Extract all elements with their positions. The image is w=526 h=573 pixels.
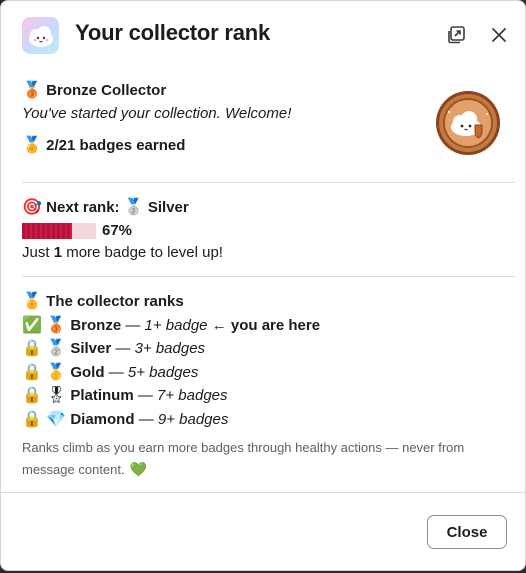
popout-icon bbox=[448, 26, 465, 44]
modal-header: Your collector rank bbox=[1, 1, 525, 69]
lock-icon: 🔒 bbox=[22, 361, 42, 381]
current-rank-name: Bronze Collector bbox=[46, 82, 167, 99]
collector-rank-modal: Your collector rank 🥉 Bronze Collector Y… bbox=[0, 0, 526, 571]
rank-row-diamond: 🔒 💎 Diamond — 9+ badges bbox=[22, 408, 504, 432]
lock-icon: 🔒 bbox=[22, 338, 42, 357]
rank-requirement: 7+ badges bbox=[157, 387, 228, 404]
progress-bar-fill bbox=[22, 222, 72, 239]
rank-name: Bronze bbox=[70, 316, 122, 334]
divider bbox=[22, 276, 515, 277]
level-up-suffix: more badge to level up! bbox=[62, 244, 223, 261]
close-icon bbox=[492, 28, 506, 42]
ranks-heading: 🏅 The collector ranks bbox=[22, 290, 504, 314]
badges-earned-line: 🏅 2/21 badges earned bbox=[22, 134, 504, 158]
rank-name: Diamond bbox=[70, 410, 135, 428]
rank-dash: — bbox=[125, 316, 141, 334]
level-up-text: Just 1 more badge to level up! bbox=[22, 242, 504, 265]
bronze-medal-icon: 🥉 bbox=[22, 80, 42, 99]
rank-name: Platinum bbox=[70, 387, 134, 404]
rank-list: ✅ 🥉 Bronze — 1+ badge ← you are here 🔒 🥈 … bbox=[22, 314, 504, 432]
target-icon: 🎯 bbox=[22, 197, 42, 216]
footer-divider bbox=[1, 492, 525, 493]
close-modal-button[interactable]: Close bbox=[427, 515, 507, 549]
badges-earned-text: 2/21 badges earned bbox=[46, 137, 186, 154]
rank-name: Gold bbox=[70, 363, 105, 381]
ranks-note: Ranks climb as you earn more badges thro… bbox=[22, 437, 492, 481]
level-up-count: 1 bbox=[53, 244, 63, 261]
modal-title: Your collector rank bbox=[75, 20, 271, 45]
current-rank-message: You've started your collection. Welcome! bbox=[22, 104, 292, 122]
rank-medal-icon: 🥇 bbox=[46, 361, 67, 381]
rank-medal-icon: 🥉 bbox=[46, 314, 67, 334]
next-rank-name: Silver bbox=[147, 199, 189, 216]
medal-icon: 🏅 bbox=[22, 135, 42, 154]
check-icon: ✅ bbox=[22, 314, 42, 334]
next-rank-title: 🎯 Next rank: 🥈 Silver bbox=[22, 196, 504, 220]
lock-icon: 🔒 bbox=[22, 385, 42, 404]
rank-dash: — bbox=[108, 363, 124, 381]
lock-icon: 🔒 bbox=[22, 408, 42, 428]
rank-requirement: 5+ badges bbox=[127, 363, 199, 381]
cloud-mascot-icon bbox=[22, 17, 59, 54]
ranks-section: 🏅 The collector ranks ✅ 🥉 Bronze — 1+ ba… bbox=[22, 290, 504, 481]
bronze-cloud-badge-icon bbox=[435, 90, 501, 156]
rank-row-gold: 🔒 🥇 Gold — 5+ badges bbox=[22, 361, 504, 385]
rank-dash: — bbox=[138, 410, 154, 428]
rank-requirement: 3+ badges bbox=[134, 340, 206, 357]
rank-medal-icon: 🥈 bbox=[46, 338, 67, 357]
green-heart-icon: 💚 bbox=[129, 462, 147, 478]
popout-button[interactable] bbox=[444, 23, 468, 47]
level-up-prefix: Just bbox=[22, 244, 54, 261]
ranks-note-text: Ranks climb as you earn more badges thro… bbox=[22, 440, 465, 477]
rank-row-silver: 🔒 🥈 Silver — 3+ badges bbox=[22, 337, 504, 361]
close-button[interactable] bbox=[487, 23, 511, 47]
progress-percent: 67% bbox=[102, 221, 133, 239]
rank-requirement: 1+ badge bbox=[144, 316, 208, 334]
rank-dash: — bbox=[137, 387, 153, 404]
silver-medal-icon: 🥈 bbox=[123, 197, 144, 216]
rank-dash: — bbox=[115, 340, 131, 357]
rank-name: Silver bbox=[70, 340, 112, 357]
current-rank-title: 🥉 Bronze Collector bbox=[22, 79, 504, 103]
current-rank-section: 🥉 Bronze Collector You've started your c… bbox=[22, 79, 504, 158]
rank-medal-icon: 🎖 bbox=[46, 385, 67, 404]
next-rank-section: 🎯 Next rank: 🥈 Silver 67% Just 1 more ba… bbox=[22, 196, 504, 265]
rank-row-platinum: 🔒 🎖 Platinum — 7+ badges bbox=[22, 384, 504, 408]
divider bbox=[22, 182, 515, 183]
progress-line: 67% bbox=[22, 220, 504, 243]
rank-row-bronze: ✅ 🥉 Bronze — 1+ badge ← you are here bbox=[22, 314, 504, 338]
you-are-here-label: ← you are here bbox=[211, 316, 321, 334]
medal-icon: 🏅 bbox=[22, 291, 42, 310]
rank-requirement: 9+ badges bbox=[157, 410, 229, 428]
ranks-heading-text: The collector ranks bbox=[46, 293, 184, 310]
progress-bar bbox=[22, 222, 96, 239]
rank-medal-icon: 💎 bbox=[46, 408, 67, 428]
next-rank-label: Next rank: bbox=[46, 199, 120, 216]
